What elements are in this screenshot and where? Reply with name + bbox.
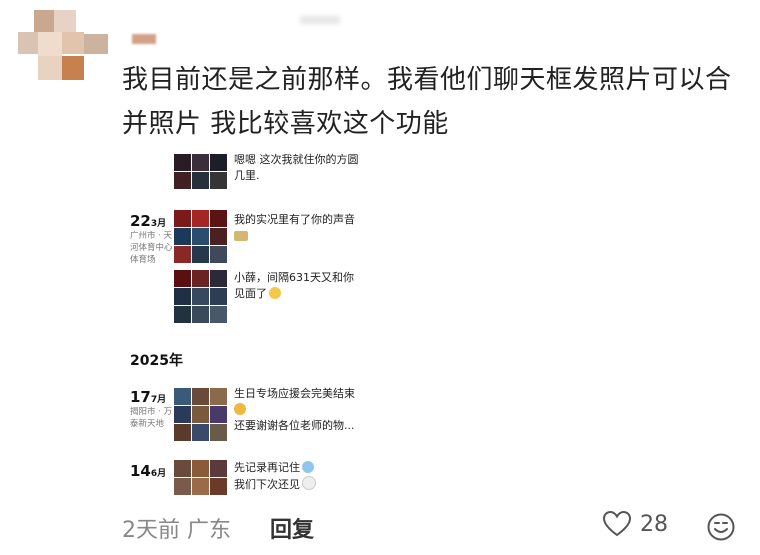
- avatar[interactable]: [18, 10, 108, 82]
- timestamp-location: 2天前 广东: [122, 518, 231, 543]
- username-redacted: [132, 34, 156, 44]
- date-location: 揭阳市 · 万泰新天地: [130, 407, 173, 429]
- embedded-screenshot[interactable]: 嗯嗯 这次我就住你的方圆几里. 223月 广州市 · 天河体育中心体育场 我的实…: [122, 150, 372, 500]
- blue-heart-emoji: [302, 461, 314, 473]
- comment-footer: 2天前 广东 回复 28: [122, 508, 742, 546]
- post-text: 小薛，间隔631天又和你见面了: [234, 271, 354, 300]
- date-day: 223月: [130, 212, 167, 230]
- smile-emoji: [269, 287, 281, 299]
- thumb-grid: [174, 210, 227, 263]
- thumb-grid: [174, 154, 227, 189]
- post-text: 先记录再记住 我们下次还见: [234, 460, 364, 493]
- thumb-grid: [174, 388, 227, 441]
- heart-outline-icon: [602, 510, 632, 537]
- redaction-smudge: [300, 16, 340, 24]
- sun-emoji: [234, 231, 248, 241]
- post-text: 生日专场应援会完美结束 还要谢谢各位老师的物...: [234, 387, 355, 432]
- like-button[interactable]: 28: [602, 510, 668, 538]
- smiley-face-icon[interactable]: [706, 512, 736, 542]
- white-heart-emoji: [302, 476, 316, 490]
- comment-text: 我目前还是之前那样。我看他们聊天框发照片可以合并照片 我比较喜欢这个功能: [122, 65, 732, 139]
- date-location: 广州市 · 天河体育中心体育场: [130, 231, 173, 265]
- reply-button[interactable]: 回复: [270, 512, 314, 544]
- post-text: 嗯嗯 这次我就住你的方圆几里.: [234, 153, 359, 182]
- thumb-grid: [174, 460, 227, 495]
- thumb-grid: [174, 270, 227, 323]
- year-header: 2025年: [130, 353, 183, 369]
- clap-emoji: [234, 403, 246, 415]
- date-day: 177月: [130, 388, 167, 406]
- date-day: 146月: [130, 462, 167, 480]
- post-text: 我的实况里有了你的声音: [234, 212, 364, 244]
- like-count: 28: [640, 511, 668, 537]
